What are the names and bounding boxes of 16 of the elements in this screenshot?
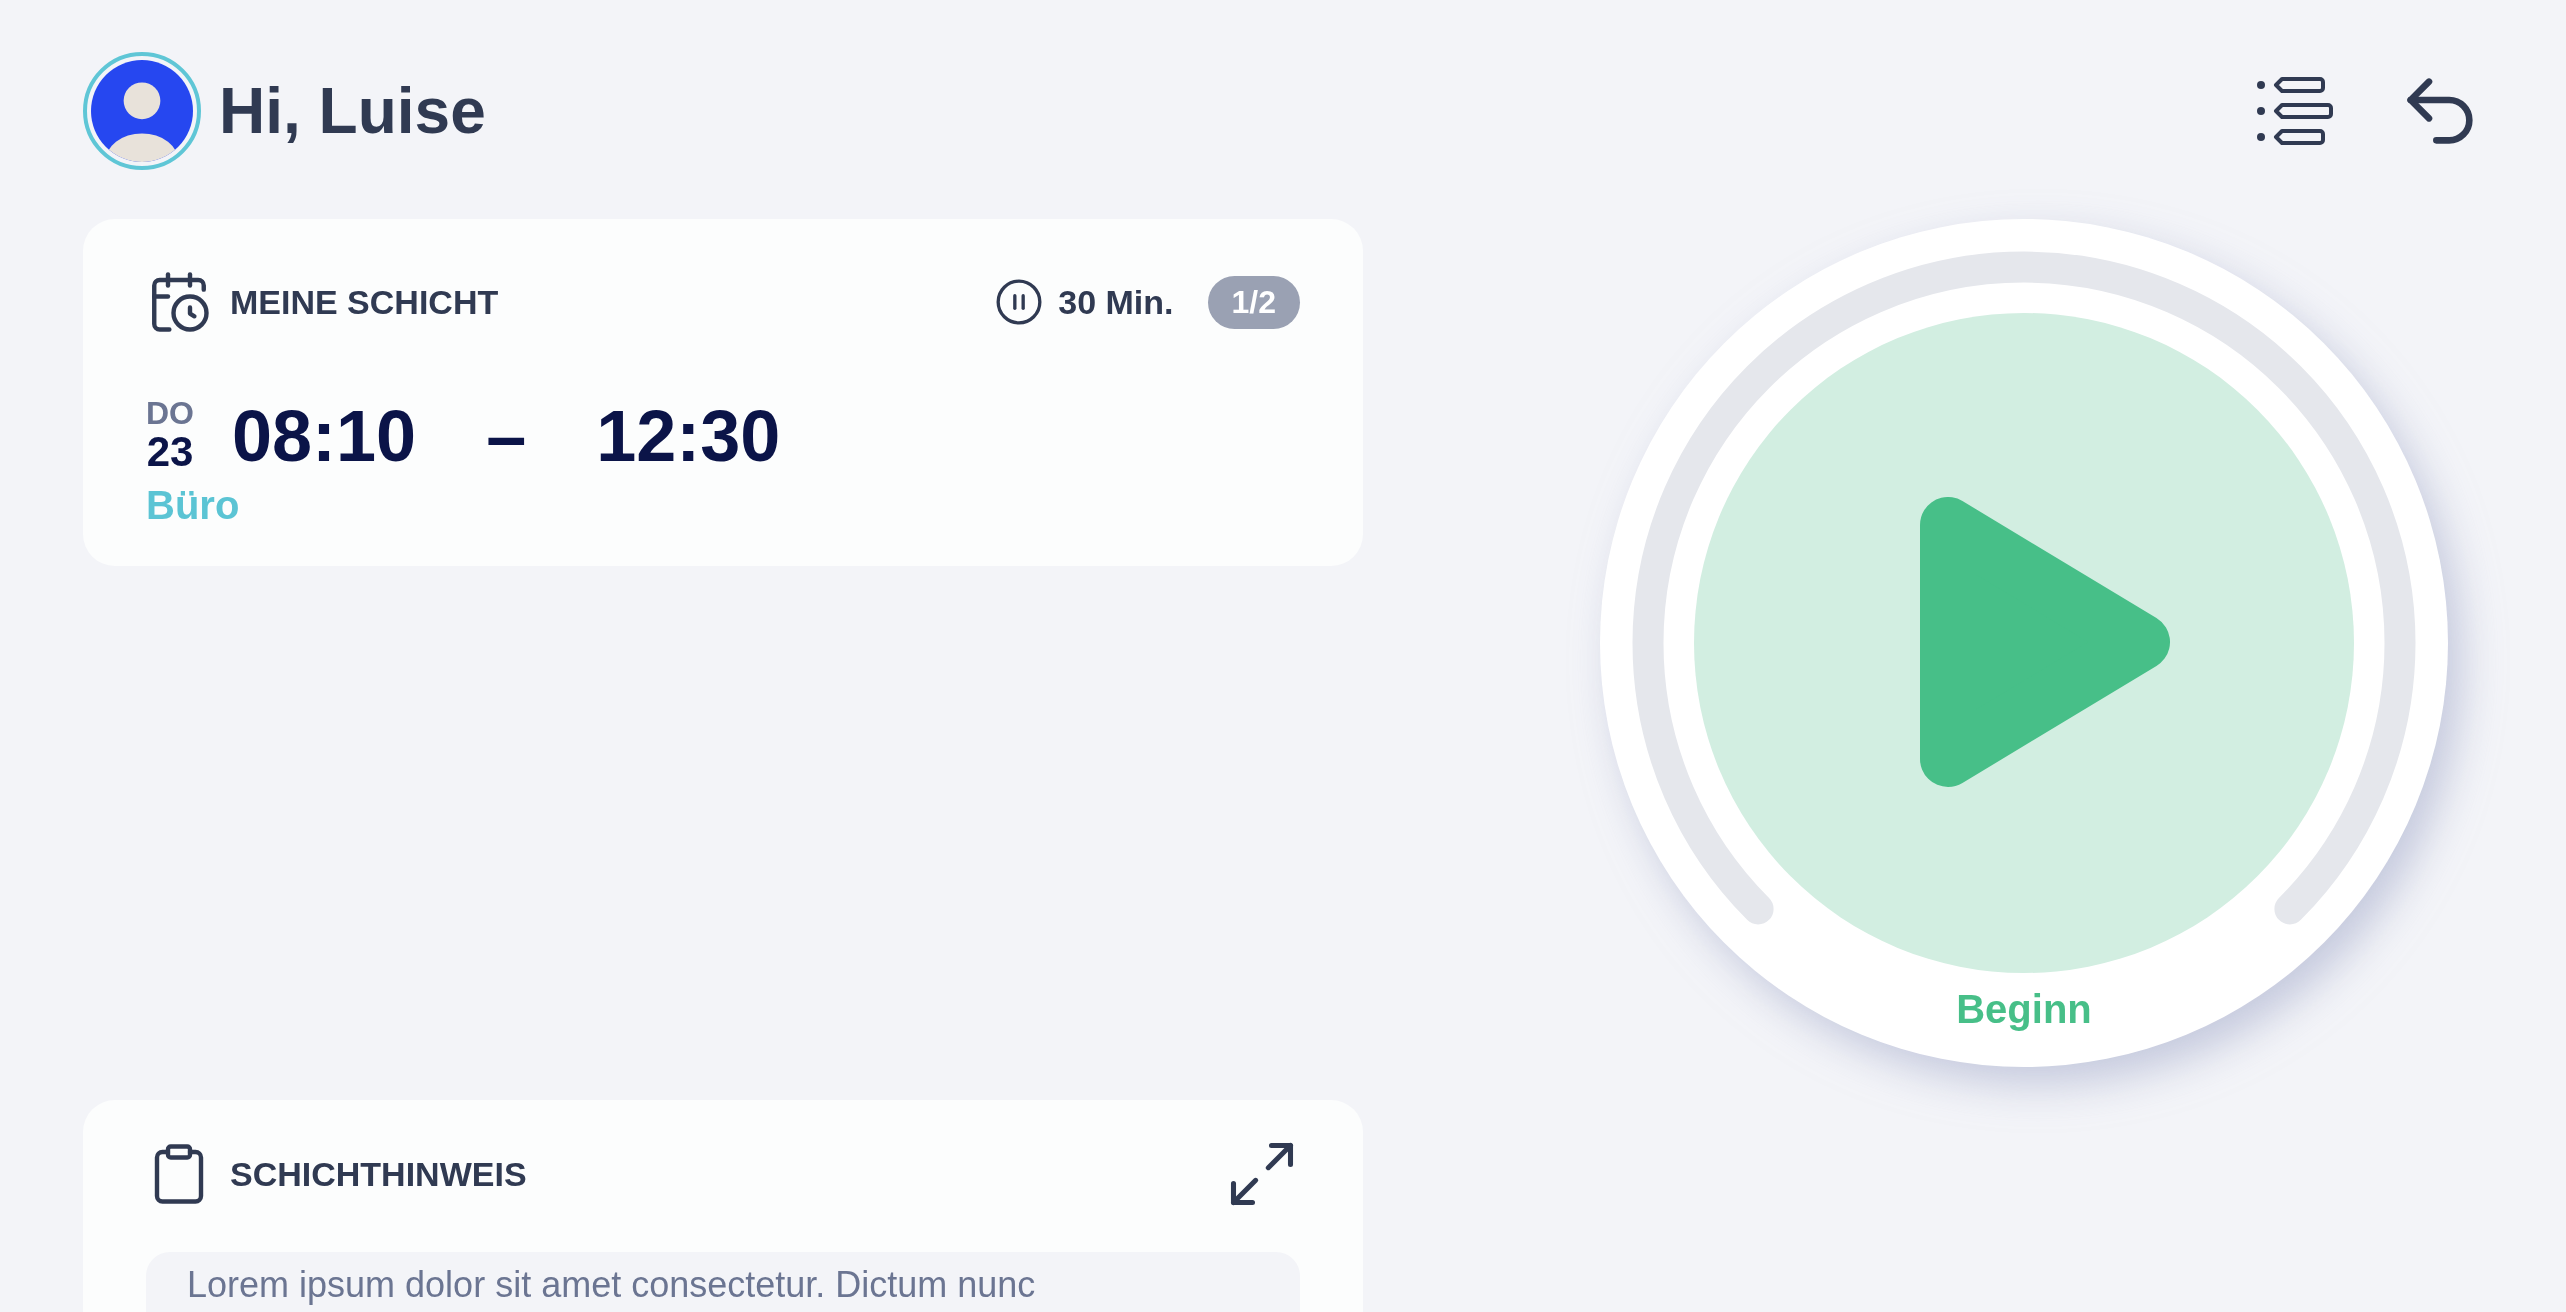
menu-icon: [2256, 75, 2334, 147]
weekday: DO: [146, 396, 194, 429]
play-icon: [1920, 497, 2170, 787]
time-separator: –: [486, 395, 527, 477]
start-button[interactable]: Beginn: [1600, 219, 2448, 1067]
card-title: MEINE SCHICHT: [230, 282, 499, 322]
break-duration: 30 Min.: [1058, 282, 1174, 322]
note-text: Lorem ipsum dolor sit amet consectetur. Dictum nunc: [146, 1252, 1300, 1312]
card-title: SCHICHTHINWEIS: [230, 1154, 527, 1194]
start-time: 08:10: [232, 395, 417, 477]
greeting-title: Hi, Luise: [219, 74, 486, 148]
location-label: Büro: [146, 483, 241, 528]
day-number: 23: [146, 428, 194, 476]
shift-count-badge: 1/2: [1207, 275, 1300, 329]
menu-button[interactable]: [2256, 75, 2334, 147]
end-time: 12:30: [596, 395, 781, 477]
